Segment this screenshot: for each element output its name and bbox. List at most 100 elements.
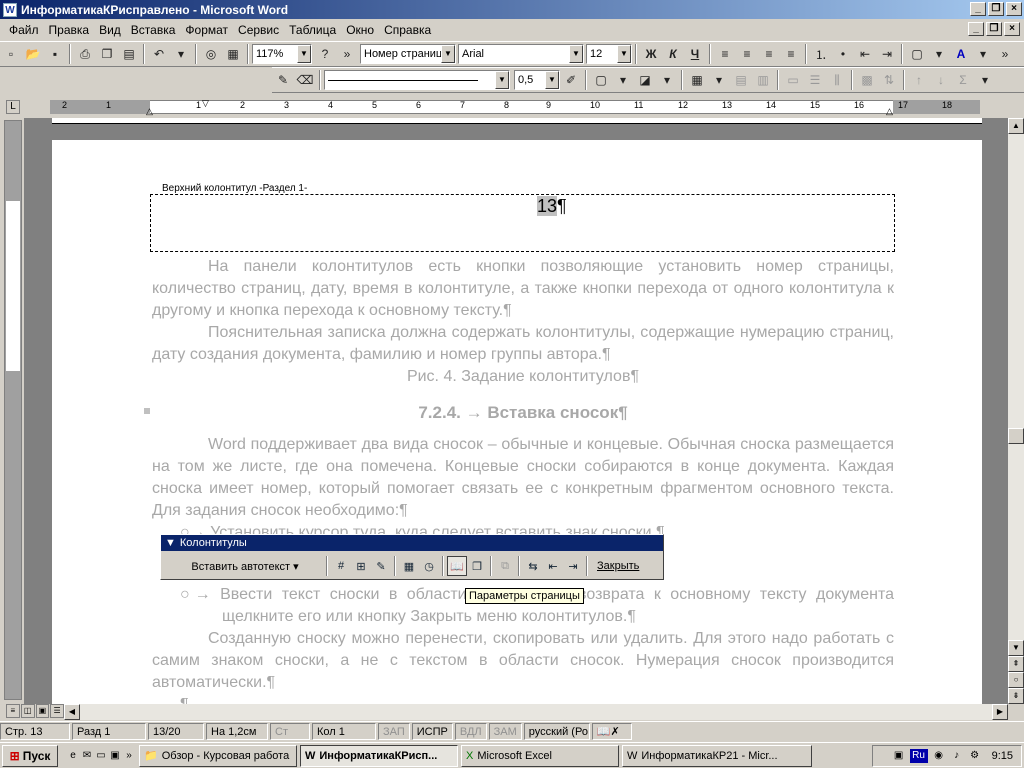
dropdown-arrow-icon[interactable]: ▼ <box>441 45 455 63</box>
document-page[interactable]: Верхний колонтитул -Раздел 1- 13¶ На пан… <box>52 140 982 704</box>
justify-icon[interactable]: ≡ <box>780 43 802 65</box>
print-icon[interactable]: ⎙ <box>74 43 96 65</box>
start-button[interactable]: ⊞ Пуск <box>2 744 58 767</box>
dropdown-arrow-icon[interactable]: ▼ <box>569 45 583 63</box>
first-line-indent-marker[interactable]: ▽ <box>202 98 209 109</box>
border-color-icon[interactable]: ✐ <box>560 69 582 91</box>
taskbar-item-explorer[interactable]: 📁 Обзор - Курсовая работа <box>139 744 297 767</box>
zoom-combo[interactable]: 117% ▼ <box>252 44 312 64</box>
status-overtype[interactable]: ЗАМ <box>488 723 522 740</box>
bulleted-list-icon[interactable]: • <box>832 43 854 65</box>
font-color-icon[interactable]: A <box>950 43 972 65</box>
more-buttons-icon[interactable]: » <box>336 43 358 65</box>
sort-descending-icon[interactable]: ↓ <box>930 69 952 91</box>
scroll-right-icon[interactable]: ▶ <box>992 704 1008 720</box>
show-desktop-icon[interactable]: ▭ <box>94 749 108 763</box>
open-folder-icon[interactable]: 📂 <box>22 43 44 65</box>
internet-explorer-icon[interactable]: e <box>66 749 80 763</box>
tray-volume-icon[interactable]: ♪ <box>950 749 964 763</box>
next-page-icon[interactable]: ⇟ <box>1008 688 1024 704</box>
menu-format[interactable]: Формат <box>180 23 233 37</box>
scroll-left-icon[interactable]: ◀ <box>64 704 80 720</box>
outlook-icon[interactable]: ✉ <box>80 749 94 763</box>
taskbar-item-word-active[interactable]: W ИнформатикаКРисп... <box>300 744 458 767</box>
split-cells-icon[interactable]: ▥ <box>752 69 774 91</box>
tray-app-icon[interactable]: ▣ <box>892 749 906 763</box>
taskbar-item-word[interactable]: W ИнформатикаКР21 - Micr... <box>622 744 812 767</box>
maximize-button[interactable]: ❐ <box>988 2 1004 16</box>
clock[interactable]: 9:15 <box>992 750 1013 762</box>
dropdown-arrow-icon[interactable]: ▾ <box>656 69 678 91</box>
status-extend[interactable]: ВДЛ <box>454 723 487 740</box>
sort-ascending-icon[interactable]: ↑ <box>908 69 930 91</box>
table-autoformat-icon[interactable]: ▩ <box>856 69 878 91</box>
browse-object-icon[interactable]: ○ <box>1008 672 1024 688</box>
show-previous-icon[interactable]: ⇤ <box>543 556 563 576</box>
quicklaunch-icon[interactable]: ▣ <box>108 749 122 763</box>
header-footer-toolbar-title[interactable]: ▼ Колонтитулы <box>161 535 663 551</box>
align-center-icon[interactable]: ≡ <box>736 43 758 65</box>
dropdown-arrow-icon[interactable]: ▾ <box>708 69 730 91</box>
close-header-footer-button[interactable]: Закрыть <box>591 555 645 577</box>
eraser-icon[interactable]: ⌫ <box>294 69 316 91</box>
tab-stop-selector-icon[interactable]: L <box>6 100 20 114</box>
menu-window[interactable]: Окно <box>341 23 379 37</box>
dropdown-arrow-icon[interactable]: ▾ <box>974 69 996 91</box>
web-view-icon[interactable]: ◫ <box>20 704 35 718</box>
doc-close-button[interactable]: × <box>1004 22 1020 36</box>
text-direction-icon[interactable]: ⇅ <box>878 69 900 91</box>
format-page-number-icon[interactable]: ✎ <box>371 556 391 576</box>
show-hide-text-icon[interactable]: ❐ <box>467 556 487 576</box>
more-buttons-icon[interactable]: » <box>122 749 136 763</box>
insert-date-icon[interactable]: ▦ <box>399 556 419 576</box>
taskbar-item-excel[interactable]: X Microsoft Excel <box>461 744 619 767</box>
scroll-thumb[interactable] <box>1008 428 1024 444</box>
dropdown-arrow-icon[interactable]: ▼ <box>495 71 509 89</box>
style-combo[interactable]: Номер страниц ▼ <box>360 44 456 64</box>
dropdown-arrow-icon[interactable]: ▾ <box>972 43 994 65</box>
menu-tools[interactable]: Сервис <box>233 23 284 37</box>
bold-button[interactable]: Ж <box>640 43 662 65</box>
vertical-scrollbar[interactable]: ▲ ▼ ⇞ ○ ⇟ <box>1008 118 1024 704</box>
insert-page-count-icon[interactable]: ⊞ <box>351 556 371 576</box>
menu-help[interactable]: Справка <box>379 23 436 37</box>
dropdown-arrow-icon[interactable]: ▾ <box>612 69 634 91</box>
shading-color-icon[interactable]: ◪ <box>634 69 656 91</box>
menu-table[interactable]: Таблица <box>284 23 341 37</box>
numbered-list-icon[interactable]: ⒈ <box>810 43 832 65</box>
draw-table-pencil-icon[interactable]: ✎ <box>272 69 294 91</box>
decrease-indent-icon[interactable]: ⇤ <box>854 43 876 65</box>
insert-table-icon[interactable]: ▦ <box>686 69 708 91</box>
menu-insert[interactable]: Вставка <box>126 23 181 37</box>
spelling-check-icon[interactable]: 📖✗ <box>591 723 632 740</box>
more-buttons-icon[interactable]: » <box>994 43 1016 65</box>
outline-view-icon[interactable]: ☰ <box>50 704 64 718</box>
save-icon[interactable]: ▪ <box>44 43 66 65</box>
undo-icon[interactable]: ↶ <box>148 43 170 65</box>
same-as-previous-icon[interactable]: ⧉ <box>495 556 515 576</box>
new-document-icon[interactable]: ▫ <box>0 43 22 65</box>
page-setup-icon[interactable]: 📖 <box>447 556 467 576</box>
insert-page-number-icon[interactable]: # <box>331 556 351 576</box>
merge-cells-icon[interactable]: ▤ <box>730 69 752 91</box>
paste-icon[interactable]: ▤ <box>118 43 140 65</box>
normal-view-icon[interactable]: ≡ <box>6 704 20 718</box>
font-size-combo[interactable]: 12 ▼ <box>586 44 632 64</box>
doc-minimize-button[interactable]: _ <box>968 22 984 36</box>
dropdown-arrow-icon[interactable]: ▼ <box>165 537 176 549</box>
dropdown-arrow-icon[interactable]: ▼ <box>297 45 311 63</box>
vertical-ruler[interactable] <box>4 120 22 700</box>
word-app-icon[interactable]: W <box>3 2 17 17</box>
italic-button[interactable]: К <box>662 43 684 65</box>
outside-border-icon[interactable]: ▢ <box>590 69 612 91</box>
underline-button[interactable]: Ч <box>684 43 706 65</box>
tray-monitor-icon[interactable]: ◉ <box>932 749 946 763</box>
close-button[interactable]: × <box>1006 2 1022 16</box>
minimize-button[interactable]: _ <box>970 2 986 16</box>
font-combo[interactable]: Arial ▼ <box>458 44 584 64</box>
scroll-down-icon[interactable]: ▼ <box>1008 640 1024 656</box>
dropdown-arrow-icon[interactable]: ▾ <box>170 43 192 65</box>
status-language[interactable]: русский (Ро <box>523 723 590 740</box>
align-left-icon[interactable]: ≡ <box>714 43 736 65</box>
insert-time-icon[interactable]: ◷ <box>419 556 439 576</box>
